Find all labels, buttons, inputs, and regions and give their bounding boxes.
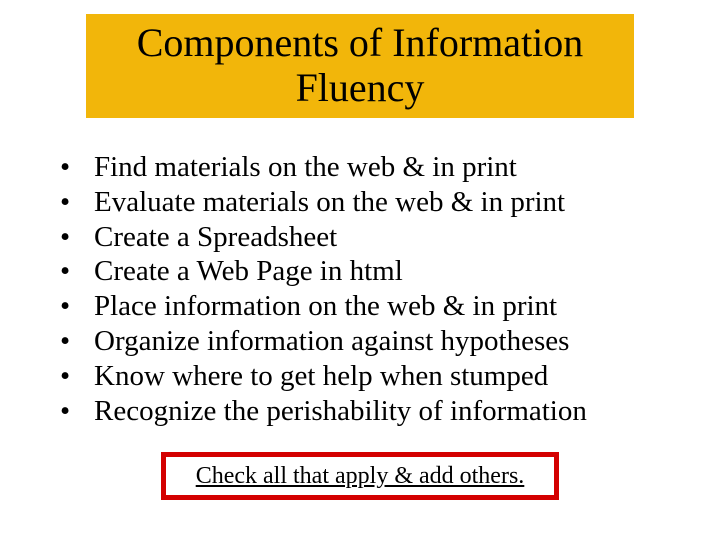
slide-title: Components of Information Fluency [86,21,634,111]
bullet-icon: • [60,254,94,289]
list-item: • Create a Spreadsheet [60,220,670,255]
bullet-text: Place information on the web & in print [94,289,557,324]
bullet-icon: • [60,359,94,394]
footer-callout: Check all that apply & add others. [161,452,559,500]
list-item: • Evaluate materials on the web & in pri… [60,185,670,220]
slide: Components of Information Fluency • Find… [0,0,720,540]
bullet-text: Create a Spreadsheet [94,220,337,255]
bullet-list: • Find materials on the web & in print •… [60,150,670,428]
list-item: • Know where to get help when stumped [60,359,670,394]
bullet-text: Know where to get help when stumped [94,359,548,394]
list-item: • Place information on the web & in prin… [60,289,670,324]
title-box: Components of Information Fluency [86,14,634,118]
bullet-text: Create a Web Page in html [94,254,403,289]
bullet-text: Recognize the perishability of informati… [94,394,587,429]
list-item: • Recognize the perishability of informa… [60,394,670,429]
bullet-icon: • [60,324,94,359]
list-item: • Find materials on the web & in print [60,150,670,185]
bullet-icon: • [60,150,94,185]
bullet-icon: • [60,220,94,255]
list-item: • Create a Web Page in html [60,254,670,289]
bullet-text: Evaluate materials on the web & in print [94,185,565,220]
bullet-icon: • [60,394,94,429]
bullet-text: Find materials on the web & in print [94,150,517,185]
footer-text: Check all that apply & add others. [196,463,525,490]
list-item: • Organize information against hypothese… [60,324,670,359]
bullet-icon: • [60,289,94,324]
bullet-text: Organize information against hypotheses [94,324,569,359]
bullet-icon: • [60,185,94,220]
